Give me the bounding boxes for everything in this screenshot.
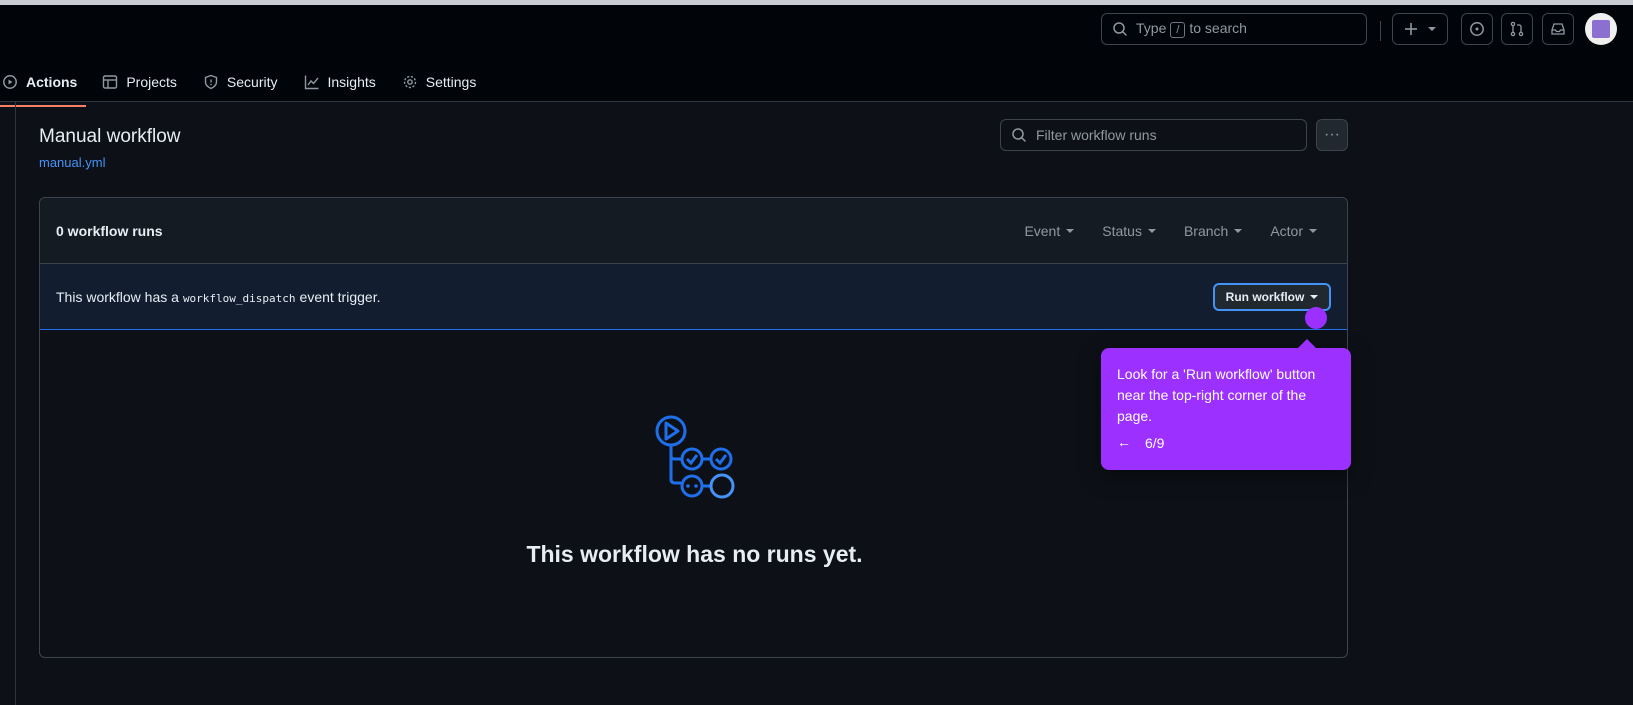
- repo-nav-tabs: Actions Projects Security Insights Setti…: [0, 65, 486, 107]
- back-arrow-icon[interactable]: ←: [1117, 434, 1131, 450]
- tab-insights[interactable]: Insights: [294, 65, 386, 99]
- more-options-button[interactable]: ···: [1316, 119, 1348, 151]
- chevron-down-icon: [1309, 228, 1317, 233]
- tab-actions[interactable]: Actions: [0, 65, 87, 107]
- event-code: workflow_dispatch: [182, 291, 296, 305]
- page-title: Manual workflow: [39, 126, 181, 147]
- tab-label: Actions: [26, 74, 78, 90]
- tab-label: Security: [226, 74, 278, 90]
- global-header: Type / to search Actions Projects Security…: [0, 5, 1633, 107]
- tab-settings[interactable]: Settings: [392, 65, 487, 99]
- chevron-down-icon: [1310, 294, 1319, 299]
- filter-actor[interactable]: Actor: [1270, 223, 1317, 239]
- guide-tooltip: Look for a 'Run workflow' button near th…: [1101, 339, 1351, 470]
- search-icon: [1113, 22, 1127, 36]
- chevron-down-icon: [1066, 228, 1075, 233]
- workflow-icon: [655, 415, 735, 499]
- dispatch-banner: This workflow has a workflow_dispatch even…: [40, 264, 1347, 330]
- filter-placeholder: Filter workflow runs: [1036, 127, 1157, 143]
- tab-security[interactable]: Security: [193, 65, 288, 99]
- filter-label: Branch: [1183, 222, 1229, 239]
- filter-label: Event: [1024, 222, 1061, 239]
- chevron-down-icon: [1428, 27, 1436, 31]
- tab-projects[interactable]: Projects: [92, 65, 187, 99]
- issues-button[interactable]: [1461, 13, 1493, 45]
- filter-branch[interactable]: Branch: [1183, 222, 1243, 239]
- filter-event[interactable]: Event: [1024, 222, 1075, 239]
- filter-status[interactable]: Status: [1102, 223, 1156, 239]
- search-icon: [1012, 128, 1026, 142]
- play-icon: [3, 75, 17, 89]
- guide-hotspot[interactable]: [1305, 307, 1327, 329]
- tooltip-step-counter: 6/9: [1145, 435, 1165, 451]
- table-icon: [103, 75, 118, 89]
- filter-label: Status: [1102, 222, 1142, 239]
- filter-label: Actor: [1270, 222, 1303, 239]
- chevron-down-icon: [1147, 228, 1156, 233]
- inbox-button[interactable]: [1542, 13, 1574, 45]
- dispatch-banner-text: This workflow has a workflow_dispatch even…: [56, 289, 380, 305]
- run-workflow-label: Run workflow: [1225, 289, 1305, 304]
- avatar-image: [1592, 20, 1610, 38]
- plus-icon: [1405, 23, 1417, 35]
- search-suffix: to search: [1189, 20, 1247, 36]
- tab-label: Projects: [126, 74, 177, 90]
- runs-filters: Event Status Branch Actor: [1024, 223, 1331, 239]
- header-divider: [1380, 21, 1381, 41]
- issue-opened-icon: [1470, 22, 1484, 36]
- gear-icon: [403, 75, 416, 89]
- global-search[interactable]: Type / to search: [1101, 13, 1367, 45]
- workflow-file-link[interactable]: manual.yml: [39, 155, 105, 170]
- runs-header: 0 workflow runs Event Status Branch Acto…: [40, 198, 1347, 264]
- kebab-horizontal-icon: ···: [1324, 126, 1340, 143]
- pull-requests-button[interactable]: [1501, 13, 1533, 45]
- chevron-down-icon: [1234, 228, 1243, 233]
- shield-icon: [204, 74, 218, 90]
- banner-text-after: event trigger.: [299, 288, 381, 305]
- tab-label: Settings: [425, 74, 477, 90]
- create-new-button[interactable]: [1392, 13, 1448, 45]
- empty-state-title: This workflow has no runs yet.: [526, 541, 863, 567]
- banner-text-before: This workflow has a: [56, 288, 179, 305]
- graph-icon: [304, 75, 319, 90]
- git-pull-request-icon: [1510, 21, 1524, 37]
- tooltip-text: Look for a 'Run workflow' button near th…: [1117, 366, 1316, 424]
- sidebar-border: [15, 102, 16, 705]
- avatar[interactable]: [1585, 13, 1617, 45]
- inbox-icon: [1551, 23, 1565, 35]
- search-prefix: Type: [1136, 20, 1167, 36]
- filter-runs-input[interactable]: Filter workflow runs: [1000, 119, 1307, 151]
- tab-label: Insights: [327, 74, 376, 90]
- search-shortcut-key: /: [1170, 22, 1186, 38]
- runs-count: 0 workflow runs: [56, 222, 163, 239]
